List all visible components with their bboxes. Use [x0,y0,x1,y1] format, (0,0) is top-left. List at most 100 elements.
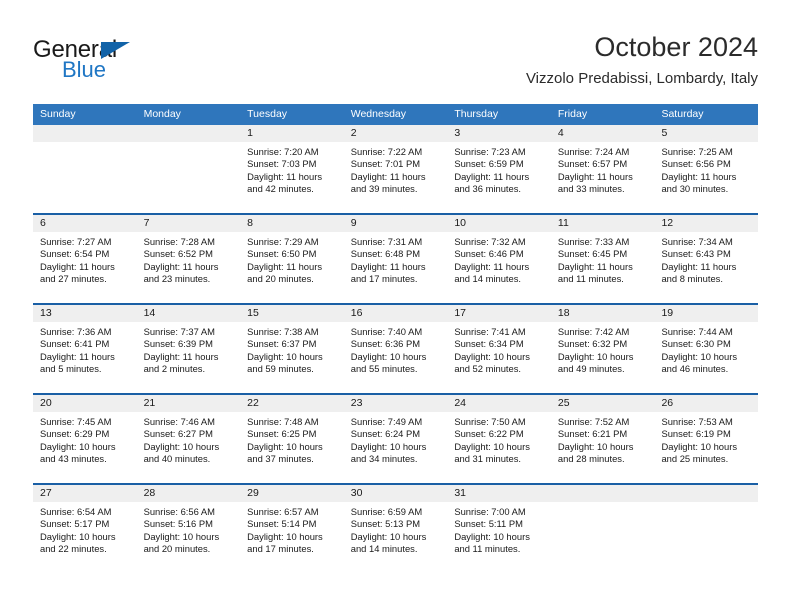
calendar-day-cell[interactable]: 11 Sunrise: 7:33 AM Sunset: 6:45 PM Dayligh… [550,215,655,303]
calendar-day-cell[interactable]: 4 Sunrise: 7:24 AM Sunset: 6:57 PM Daylight… [550,125,655,213]
day-number: 20 [33,395,137,412]
sunset-text: Sunset: 6:25 PM [247,428,317,440]
day-details: Sunrise: 7:31 AM Sunset: 6:48 PM Daylight:… [344,232,448,285]
day-number: 5 [654,125,759,142]
daylight-text: Daylight: 10 hours and 25 minutes. [661,440,738,464]
sunset-text: Sunset: 6:21 PM [557,428,628,440]
day-number: 2 [343,125,448,142]
day-number: 17 [447,305,551,322]
day-number: 6 [33,215,137,232]
calendar-day-cell[interactable]: 28 Sunrise: 6:56 AM Sunset: 5:16 PM Dayligh… [136,485,241,573]
day-details: Sunrise: 7:20 AM Sunset: 7:03 PM Daylight:… [240,142,344,195]
sunrise-text: Sunrise: 7:24 AM [557,146,630,157]
calendar-day-cell[interactable]: 2 Sunrise: 7:22 AM Sunset: 7:01 PM Daylight… [343,125,448,213]
sunset-text: Sunset: 6:59 PM [454,158,524,170]
sunrise-text: Sunrise: 7:20 AM [247,146,319,157]
sunset-text: Sunset: 6:57 PM [557,158,628,170]
daylight-text: Daylight: 10 hours and 14 minutes. [350,530,427,554]
calendar-day-cell[interactable]: 8 Sunrise: 7:29 AM Sunset: 6:50 PM Daylight… [240,215,344,303]
daylight-text: Daylight: 10 hours and 43 minutes. [40,440,116,464]
calendar-page: General Blue October 2024 Vizzolo Predab… [0,0,792,612]
calendar-day-cell[interactable]: 5 Sunrise: 7:25 AM Sunset: 6:56 PM Daylight… [654,125,759,213]
day-details: Sunrise: 7:44 AM Sunset: 6:30 PM Daylight:… [654,322,758,375]
day-number [654,485,759,502]
calendar-day-cell[interactable]: 22 Sunrise: 7:48 AM Sunset: 6:25 PM Dayligh… [240,395,344,483]
day-details: Sunrise: 7:22 AM Sunset: 7:01 PM Daylight:… [344,142,448,195]
weekday-header-monday: Monday [143,108,181,120]
calendar-day-cell[interactable]: 29 Sunrise: 6:57 AM Sunset: 5:14 PM Dayligh… [240,485,344,573]
logo-text-blue: Blue [62,57,107,82]
sunset-text: Sunset: 6:34 PM [454,338,524,350]
day-number: 14 [136,305,241,322]
sunrise-text: Sunrise: 6:56 AM [143,506,215,517]
sunrise-text: Sunrise: 7:52 AM [557,416,630,427]
calendar-day-cell[interactable]: 15 Sunrise: 7:38 AM Sunset: 6:37 PM Dayligh… [240,305,344,393]
sunrise-text: Sunrise: 7:36 AM [40,326,112,337]
calendar-day-cell[interactable]: 7 Sunrise: 7:28 AM Sunset: 6:52 PM Daylight… [136,215,241,303]
calendar-day-cell[interactable]: 27 Sunrise: 6:54 AM Sunset: 5:17 PM Dayligh… [33,485,137,573]
calendar-day-cell[interactable]: 21 Sunrise: 7:46 AM Sunset: 6:27 PM Dayligh… [136,395,241,483]
day-details: Sunrise: 6:54 AM Sunset: 5:17 PM Daylight:… [33,502,137,555]
sunset-text: Sunset: 5:11 PM [454,518,523,530]
weekday-header-thursday: Thursday [454,108,499,120]
calendar-week-row: 13 Sunrise: 7:36 AM Sunset: 6:41 PM Dayligh… [33,303,759,393]
calendar-day-cell-empty [136,125,241,213]
sunset-text: Sunset: 6:36 PM [350,338,421,350]
day-details: Sunrise: 7:34 AM Sunset: 6:43 PM Daylight:… [654,232,758,285]
calendar-day-cell[interactable]: 25 Sunrise: 7:52 AM Sunset: 6:21 PM Dayligh… [550,395,655,483]
day-number: 27 [33,485,137,502]
day-number: 24 [447,395,551,412]
sunrise-text: Sunrise: 7:49 AM [350,416,423,427]
calendar-day-cell[interactable]: 16 Sunrise: 7:40 AM Sunset: 6:36 PM Dayligh… [343,305,448,393]
calendar-day-cell[interactable]: 18 Sunrise: 7:42 AM Sunset: 6:32 PM Dayligh… [550,305,655,393]
day-details: Sunrise: 7:28 AM Sunset: 6:52 PM Daylight:… [137,232,241,285]
calendar-day-cell[interactable]: 1 Sunrise: 7:20 AM Sunset: 7:03 PM Daylight… [240,125,344,213]
generalblue-logo[interactable]: General Blue [33,36,213,88]
day-number: 18 [550,305,655,322]
calendar-day-cell[interactable]: 23 Sunrise: 7:49 AM Sunset: 6:24 PM Dayligh… [343,395,448,483]
calendar-day-cell[interactable]: 10 Sunrise: 7:32 AM Sunset: 6:46 PM Dayligh… [447,215,551,303]
calendar-day-cell[interactable]: 9 Sunrise: 7:31 AM Sunset: 6:48 PM Daylight… [343,215,448,303]
day-details: Sunrise: 7:25 AM Sunset: 6:56 PM Daylight:… [654,142,758,195]
day-number: 21 [136,395,241,412]
day-details: Sunrise: 7:46 AM Sunset: 6:27 PM Daylight:… [137,412,241,465]
day-number: 10 [447,215,551,232]
calendar-day-cell[interactable]: 24 Sunrise: 7:50 AM Sunset: 6:22 PM Dayligh… [447,395,551,483]
day-details: Sunrise: 7:27 AM Sunset: 6:54 PM Daylight:… [33,232,137,285]
calendar-week-row: 1 Sunrise: 7:20 AM Sunset: 7:03 PM Daylight… [33,125,759,213]
daylight-text: Daylight: 10 hours and 55 minutes. [350,350,427,374]
calendar-day-cell[interactable]: 6 Sunrise: 7:27 AM Sunset: 6:54 PM Daylight… [33,215,137,303]
sunrise-text: Sunrise: 6:57 AM [247,506,319,517]
sunset-text: Sunset: 6:45 PM [557,248,628,260]
calendar-day-cell[interactable]: 3 Sunrise: 7:23 AM Sunset: 6:59 PM Daylight… [447,125,551,213]
calendar-day-cell[interactable]: 19 Sunrise: 7:44 AM Sunset: 6:30 PM Dayligh… [654,305,759,393]
location-subtitle: Vizzolo Predabissi, Lombardy, Italy [525,70,758,87]
daylight-text: Daylight: 11 hours and 30 minutes. [661,170,737,194]
calendar-day-cell[interactable]: 13 Sunrise: 7:36 AM Sunset: 6:41 PM Dayligh… [33,305,137,393]
day-number: 31 [447,485,551,502]
day-details: Sunrise: 7:24 AM Sunset: 6:57 PM Daylight:… [551,142,655,195]
calendar-day-cell[interactable]: 14 Sunrise: 7:37 AM Sunset: 6:39 PM Dayligh… [136,305,241,393]
day-number: 26 [654,395,759,412]
day-details: Sunrise: 7:50 AM Sunset: 6:22 PM Daylight:… [447,412,551,465]
sunrise-text: Sunrise: 6:54 AM [40,506,112,517]
weekday-header-tuesday: Tuesday [247,108,288,120]
calendar-day-cell-empty [654,485,759,573]
calendar-day-cell[interactable]: 20 Sunrise: 7:45 AM Sunset: 6:29 PM Dayligh… [33,395,137,483]
calendar-day-cell[interactable]: 30 Sunrise: 6:59 AM Sunset: 5:13 PM Dayligh… [343,485,448,573]
calendar-week-row: 20 Sunrise: 7:45 AM Sunset: 6:29 PM Dayligh… [33,393,759,483]
daylight-text: Daylight: 11 hours and 17 minutes. [350,260,426,284]
daylight-text: Daylight: 11 hours and 11 minutes. [557,260,633,284]
calendar-day-cell[interactable]: 12 Sunrise: 7:34 AM Sunset: 6:43 PM Dayligh… [654,215,759,303]
calendar-day-cell[interactable]: 26 Sunrise: 7:53 AM Sunset: 6:19 PM Dayligh… [654,395,759,483]
day-number [33,125,137,142]
daylight-text: Daylight: 10 hours and 46 minutes. [661,350,738,374]
day-details: Sunrise: 7:45 AM Sunset: 6:29 PM Daylight:… [33,412,137,465]
daylight-text: Daylight: 10 hours and 28 minutes. [557,440,634,464]
calendar-day-cell[interactable]: 17 Sunrise: 7:41 AM Sunset: 6:34 PM Dayligh… [447,305,551,393]
day-number: 12 [654,215,759,232]
sunset-text: Sunset: 6:39 PM [143,338,213,350]
day-number: 8 [240,215,344,232]
sunrise-text: Sunrise: 7:37 AM [143,326,215,337]
calendar-day-cell[interactable]: 31 Sunrise: 7:00 AM Sunset: 5:11 PM Dayligh… [447,485,551,573]
